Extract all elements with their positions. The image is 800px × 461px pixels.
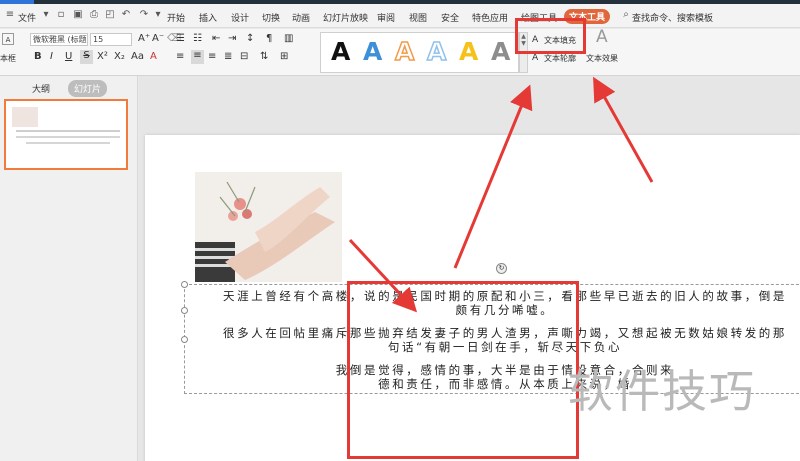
annotation-arrow <box>348 238 418 313</box>
annotation-arrow <box>593 76 654 183</box>
annotation-arrow <box>453 84 533 269</box>
watermark: 软件技巧 <box>568 365 757 418</box>
